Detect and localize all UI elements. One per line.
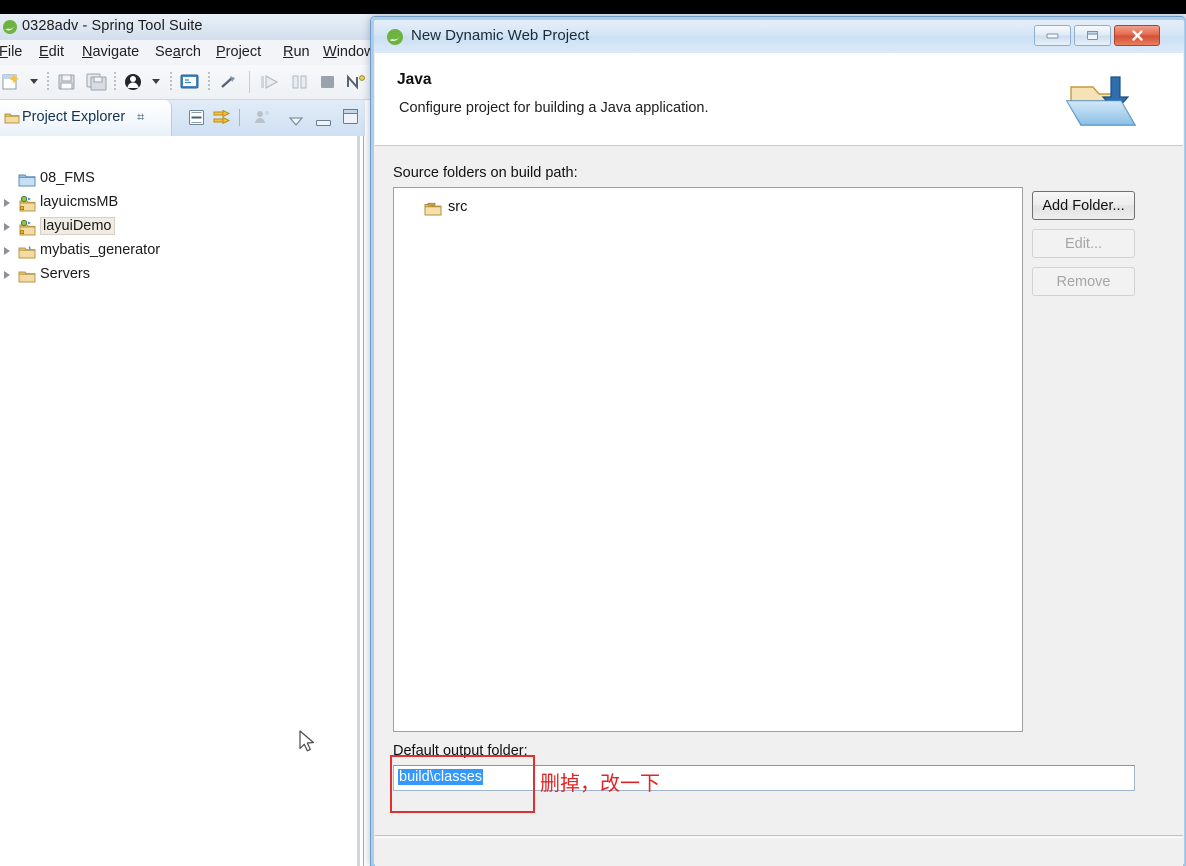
tree-item-label: layuicmsMB	[40, 194, 119, 210]
minimize-button[interactable]	[1034, 25, 1071, 46]
java-project-icon	[18, 243, 36, 261]
tree-item-layuidemo[interactable]: layuiDemo	[0, 216, 360, 240]
dialog-footer-divider	[375, 835, 1183, 836]
menu-search[interactable]: Search	[152, 43, 204, 61]
dialog-page-subtitle: Configure project for building a Java ap…	[399, 100, 709, 116]
close-button[interactable]	[1114, 25, 1160, 46]
menu-edit[interactable]: Edit	[36, 43, 67, 61]
remove-button[interactable]: Remove	[1032, 267, 1135, 296]
new-wizard-icon[interactable]	[2, 73, 22, 96]
tree-item-mybatis-generator[interactable]: mybatis_generator	[0, 240, 360, 264]
run-as-icon[interactable]	[124, 73, 144, 96]
dialog-body: Source folders on build path: src Add Fo…	[375, 147, 1183, 815]
menu-navigate[interactable]: Navigate	[79, 43, 142, 61]
open-folder-import-icon	[1065, 73, 1143, 135]
pause-icon[interactable]	[290, 73, 310, 96]
tree-item-label: mybatis_generator	[40, 242, 161, 258]
new-wizard-dropdown-icon[interactable]	[30, 79, 38, 84]
tab-label: Project Explorer	[22, 109, 126, 125]
expand-arrow-icon[interactable]	[4, 199, 10, 207]
toggle-breakpoint-icon[interactable]	[218, 73, 238, 96]
new-dynamic-web-project-dialog: New Dynamic Web Project Java Configure p…	[370, 16, 1186, 866]
default-output-folder-label: Default output folder:	[393, 743, 528, 759]
maximize-icon[interactable]	[343, 109, 358, 129]
step-over-icon[interactable]	[260, 73, 282, 96]
menu-run[interactable]: Run	[280, 43, 313, 61]
tree-item-layuicmsmb[interactable]: layuicmsMB	[0, 192, 360, 216]
remove-button-label: Remove	[1056, 273, 1111, 290]
terminate-icon[interactable]	[318, 73, 338, 96]
annotation-text: 删掉，改一下	[540, 771, 660, 795]
folder-icon	[18, 171, 36, 189]
collapse-all-icon[interactable]	[188, 109, 205, 131]
tree-item-08-fms[interactable]: 08_FMS	[0, 168, 360, 192]
next-annotation-icon[interactable]	[345, 73, 367, 96]
expand-arrow-icon[interactable]	[4, 247, 10, 255]
tree-item-label: Servers	[40, 266, 90, 282]
spring-leaf-icon	[2, 19, 18, 35]
source-folders-label: Source folders on build path:	[393, 165, 578, 181]
expand-arrow-icon[interactable]	[4, 223, 10, 231]
focus-on-active-task-icon[interactable]	[253, 109, 271, 131]
menu-project[interactable]: Project	[213, 43, 264, 61]
default-output-folder-input[interactable]: build\classes	[393, 765, 1135, 791]
tree-item-label: 08_FMS	[40, 170, 95, 186]
save-all-icon[interactable]	[86, 73, 108, 96]
add-folder-button[interactable]: Add Folder...	[1032, 191, 1135, 220]
servers-folder-icon	[18, 267, 36, 285]
view-menu-icon[interactable]	[288, 113, 304, 131]
tree-item-servers[interactable]: Servers	[0, 264, 360, 288]
minimize-icon[interactable]	[316, 114, 331, 132]
open-console-icon[interactable]	[180, 73, 200, 96]
dialog-header: Java Configure project for building a Ja…	[375, 53, 1183, 146]
edit-button[interactable]: Edit...	[1032, 229, 1135, 258]
dialog-title-bar[interactable]: New Dynamic Web Project	[374, 20, 1184, 53]
web-project-icon	[18, 195, 36, 213]
menu-window[interactable]: Window	[320, 43, 378, 61]
close-icon[interactable]: ⌗	[137, 109, 144, 125]
tree-item-label: layuiDemo	[40, 217, 115, 235]
screen-top-black-bar	[0, 0, 1186, 14]
spring-leaf-icon	[386, 28, 404, 46]
tab-project-explorer[interactable]: Project Explorer ⌗	[0, 100, 172, 136]
edit-button-label: Edit...	[1064, 235, 1103, 252]
dialog-title: New Dynamic Web Project	[411, 27, 590, 44]
save-icon[interactable]	[57, 73, 77, 96]
source-folder-icon	[424, 200, 442, 217]
menu-file[interactable]: File	[0, 43, 25, 61]
dialog-page-title: Java	[397, 71, 432, 88]
expand-arrow-icon[interactable]	[4, 271, 10, 279]
source-folders-list[interactable]: src	[393, 187, 1023, 732]
project-explorer-tab-strip: Project Explorer ⌗	[0, 100, 365, 136]
run-as-dropdown-icon[interactable]	[152, 79, 160, 84]
dialog-footer	[375, 838, 1183, 866]
project-explorer-tree[interactable]: 08_FMS layuicmsMB layuiDemo mybatis_gene…	[0, 136, 364, 866]
default-output-folder-value: build\classes	[398, 769, 484, 785]
mouse-pointer	[299, 730, 317, 756]
list-item-label: src	[448, 199, 468, 215]
maximize-button[interactable]	[1074, 25, 1111, 46]
ide-title: 0328adv - Spring Tool Suite	[22, 18, 203, 34]
screen: 0328adv - Spring Tool Suite File Edit Na…	[0, 0, 1186, 866]
link-with-editor-icon[interactable]	[212, 109, 231, 131]
web-project-icon	[18, 219, 36, 237]
project-explorer-icon	[4, 110, 20, 126]
add-folder-button-label: Add Folder...	[1042, 197, 1125, 214]
